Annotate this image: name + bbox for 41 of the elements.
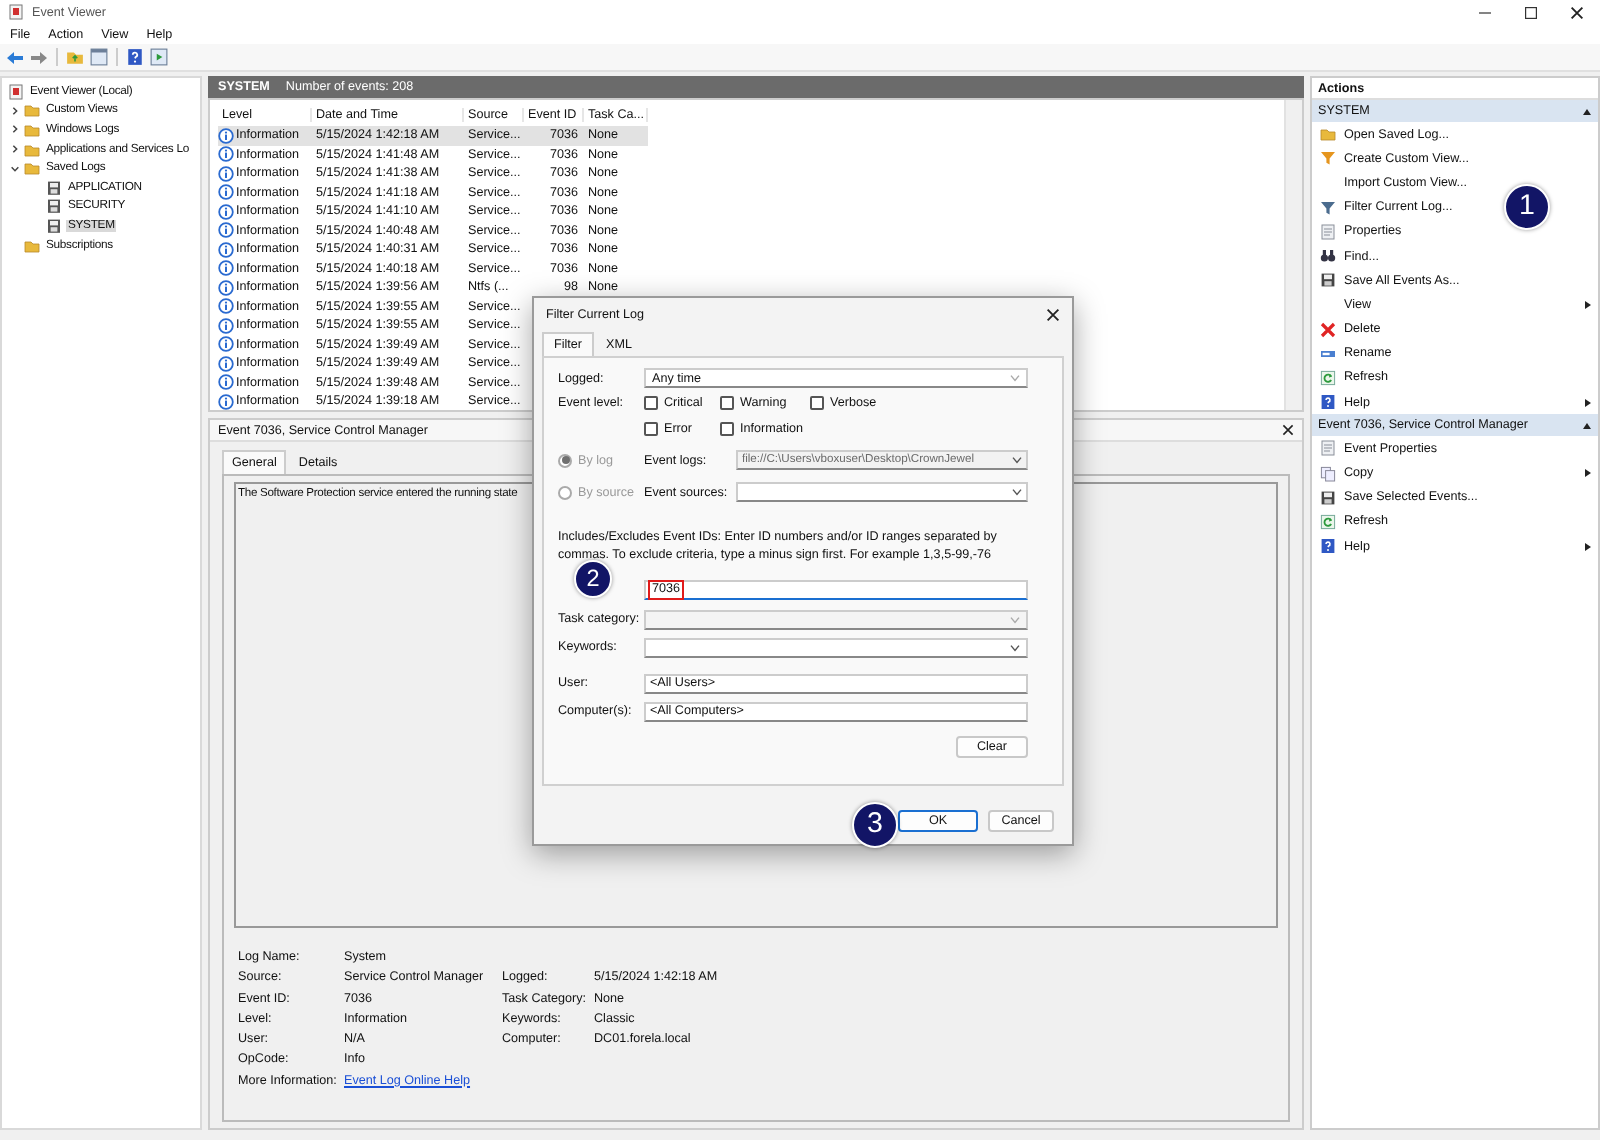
floppy-icon xyxy=(1319,272,1335,289)
checkbox[interactable] xyxy=(720,422,734,436)
floppy-icon xyxy=(1319,489,1335,506)
help-icon[interactable] xyxy=(126,48,144,66)
funnel-icon xyxy=(1319,199,1335,216)
checkbox[interactable] xyxy=(720,396,734,410)
scrollbar[interactable] xyxy=(1284,100,1302,410)
help-icon xyxy=(1319,538,1335,555)
properties-icon xyxy=(1319,440,1335,457)
collapse-caret-icon[interactable] xyxy=(1582,107,1592,115)
expand-chevron-icon[interactable] xyxy=(9,105,19,116)
close-icon[interactable] xyxy=(1046,308,1060,322)
rename-icon xyxy=(1319,345,1335,362)
keywords-dropdown[interactable] xyxy=(644,637,1028,658)
copy-icon xyxy=(1319,465,1335,482)
binoculars-icon xyxy=(1319,248,1335,265)
checkbox[interactable] xyxy=(644,396,658,410)
folder-icon xyxy=(1319,126,1335,143)
close-icon[interactable] xyxy=(1282,424,1294,436)
funnel-icon xyxy=(1319,150,1335,167)
expand-chevron-icon[interactable] xyxy=(9,144,19,155)
checkbox[interactable] xyxy=(810,396,824,410)
delete-icon xyxy=(1319,321,1335,338)
properties-icon xyxy=(1319,223,1335,240)
event-viewer-icon xyxy=(8,83,24,100)
expand-chevron-icon[interactable] xyxy=(9,124,19,135)
help-icon xyxy=(1319,394,1335,411)
forward-arrow-icon[interactable] xyxy=(30,49,48,65)
back-arrow-icon[interactable] xyxy=(6,49,24,65)
panel-icon[interactable] xyxy=(90,48,108,66)
refresh-icon xyxy=(1319,513,1335,530)
event-sources-dropdown[interactable] xyxy=(736,482,1028,502)
collapse-caret-icon[interactable] xyxy=(1582,421,1592,430)
collapse-chevron-icon[interactable] xyxy=(9,163,19,174)
folder-icon[interactable] xyxy=(66,48,84,66)
maximize-icon[interactable] xyxy=(1524,5,1538,19)
close-icon[interactable] xyxy=(1570,5,1584,19)
checkbox[interactable] xyxy=(644,422,658,436)
refresh-icon xyxy=(1319,369,1335,386)
folder-icon xyxy=(24,237,40,254)
panel-icon[interactable] xyxy=(150,48,168,66)
